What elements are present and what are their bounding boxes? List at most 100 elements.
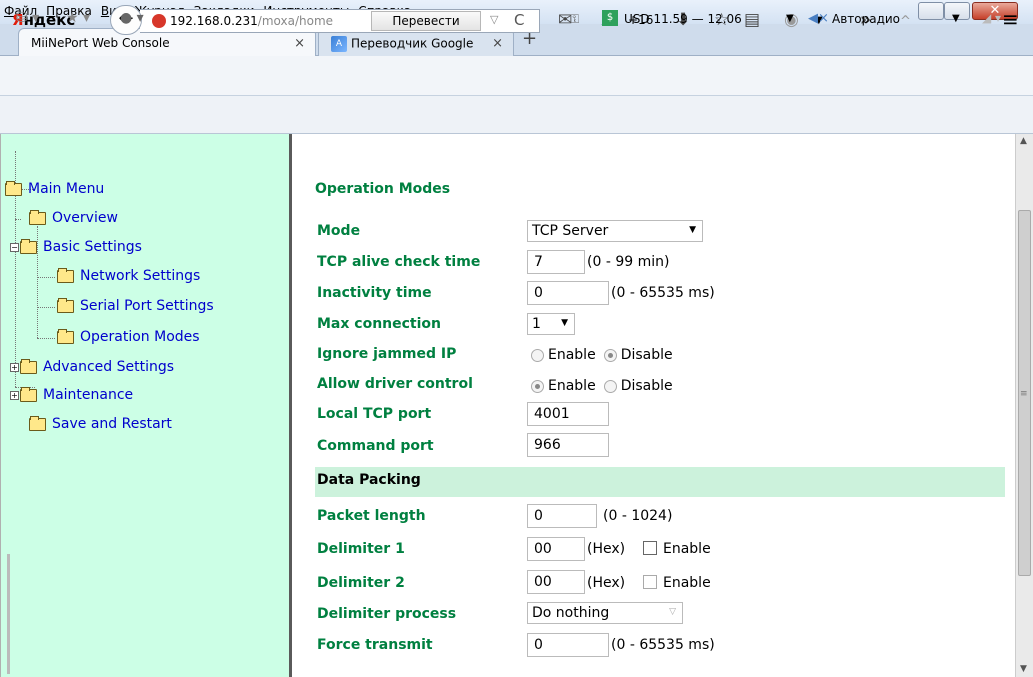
inactivity-hint: (0 - 65535 ms) — [611, 285, 715, 301]
force-transmit-input[interactable]: 0 — [527, 633, 609, 657]
allow-driver-radios: Enable Disable — [531, 378, 673, 394]
delimiter-2-input[interactable]: 00 — [527, 570, 585, 594]
close-tab-icon[interactable]: × — [492, 36, 503, 51]
driver-enable-radio[interactable] — [531, 379, 544, 393]
translate-favicon-icon: A — [331, 36, 347, 52]
reading-list-icon[interactable]: ▤ — [744, 10, 760, 30]
radio-station[interactable]: Авторадио — [832, 12, 900, 26]
packet-length-input[interactable]: 0 — [527, 504, 597, 528]
tab-label: Переводчик Google — [351, 36, 474, 51]
max-connection-label: Max connection — [317, 316, 442, 332]
tab-label: MiiNePort Web Console — [31, 36, 170, 50]
delimiter-2-label: Delimiter 2 — [317, 575, 405, 591]
packet-length-hint: (0 - 1024) — [603, 508, 673, 524]
delimiter-1-enable-label: Enable — [663, 541, 711, 557]
max-connection-select[interactable]: 1 ▼ — [527, 313, 575, 335]
scroll-up-arrow-icon[interactable]: ▲ — [1020, 136, 1027, 146]
minimize-button[interactable] — [918, 2, 944, 20]
tree-line — [37, 277, 55, 278]
folder-icon — [29, 209, 46, 225]
tree-network-settings[interactable]: Network Settings — [57, 267, 200, 284]
page-content: Main Menu Overview − Basic Settings Netwo… — [0, 134, 1033, 677]
vertical-scrollbar[interactable]: ▲ ≡ ▼ — [1015, 134, 1033, 677]
bookmarks-toolbar — [0, 96, 1033, 134]
tcp-alive-hint: (0 - 99 min) — [587, 254, 670, 270]
folder-icon — [57, 328, 74, 344]
jammed-disable-radio[interactable] — [603, 348, 617, 362]
chat-bubble-icon[interactable]: ● ▾ — [120, 10, 144, 26]
folder-icon — [29, 415, 46, 431]
expand-icon[interactable]: + — [10, 390, 19, 400]
delimiter-1-label: Delimiter 1 — [317, 541, 405, 557]
allow-driver-label: Allow driver control — [317, 376, 473, 392]
tree-maintenance[interactable]: + Maintenance — [10, 386, 133, 403]
ignore-jammed-radios: Enable Disable — [531, 347, 673, 363]
page-title: Operation Modes — [315, 181, 451, 197]
tree-overview[interactable]: Overview — [29, 209, 118, 226]
tree-line — [37, 338, 55, 339]
delimiter-process-select[interactable]: Do nothing ▽ — [527, 602, 683, 624]
mode-label: Mode — [317, 223, 361, 239]
currency-dropdown-icon[interactable]: ▼ — [786, 13, 794, 24]
tree-operation-modes[interactable]: Operation Modes — [57, 328, 200, 345]
local-tcp-port-label: Local TCP port — [317, 406, 432, 422]
delimiter-2-hex: (Hex) — [587, 575, 626, 591]
collapse-icon[interactable]: − — [10, 242, 19, 252]
site-security-icon[interactable] — [152, 14, 166, 28]
ignore-jammed-label: Ignore jammed IP — [317, 346, 457, 362]
force-transmit-hint: (0 - 65535 ms) — [611, 637, 715, 653]
folder-icon — [20, 358, 37, 374]
tree-serial-port-settings[interactable]: Serial Port Settings — [57, 297, 214, 314]
jammed-enable-radio[interactable] — [531, 348, 544, 362]
scroll-down-arrow-icon[interactable]: ▼ — [1020, 664, 1027, 674]
chevron-down-icon: ▼ — [689, 225, 696, 235]
packet-length-label: Packet length — [317, 508, 426, 524]
tree-line — [37, 307, 55, 308]
signal-icon[interactable]: ◢ ▾ — [982, 11, 1001, 25]
key-icon[interactable]: ⚿ — [570, 12, 579, 27]
settings-pane: Operation Modes Mode TCP Server ▼ TCP ali… — [295, 134, 1015, 677]
radio-dropdown-icon[interactable]: ▼ — [952, 13, 960, 24]
command-port-input[interactable]: 966 — [527, 433, 609, 457]
delimiter-process-label: Delimiter process — [317, 606, 457, 622]
inactivity-input[interactable]: 0 — [527, 281, 609, 305]
currency-icon[interactable]: $ — [602, 10, 618, 26]
delimiter-1-hex: (Hex) — [587, 541, 626, 557]
tree-basic-settings[interactable]: − Basic Settings — [10, 238, 142, 255]
delimiter-1-input[interactable]: 00 — [527, 537, 585, 561]
left-pane-scroll-indicator — [7, 554, 10, 674]
translate-button[interactable]: Перевести — [371, 11, 481, 31]
tcp-alive-label: TCP alive check time — [317, 254, 481, 270]
tcp-alive-input[interactable]: 7 — [527, 250, 585, 274]
mode-select[interactable]: TCP Server ▼ — [527, 220, 703, 242]
delimiter-1-enable-checkbox[interactable] — [643, 541, 657, 555]
chevron-down-icon: ▼ — [561, 318, 568, 328]
reload-icon[interactable]: C — [514, 11, 524, 29]
menu-tree-pane: Main Menu Overview − Basic Settings Netwo… — [0, 134, 292, 677]
url-text[interactable]: 192.168.0.231/moxa/home — [170, 14, 333, 28]
tree-advanced-settings[interactable]: + Advanced Settings — [10, 358, 174, 375]
scrollbar-grip-icon: ≡ — [1020, 389, 1028, 399]
delimiter-2-enable-label: Enable — [663, 575, 711, 591]
scroll-up-icon[interactable]: ^ — [900, 14, 911, 29]
force-transmit-label: Force transmit — [317, 637, 433, 653]
tree-line — [15, 219, 21, 220]
delimiter-2-enable-checkbox[interactable] — [643, 575, 657, 589]
addon-button-1-icon[interactable]: ⛁ ▾ — [16, 10, 39, 26]
speaker-muted-icon[interactable]: ◀× — [808, 11, 829, 26]
folder-icon — [57, 297, 74, 313]
currency-rate[interactable]: USD 11.59 — 12.06 — [624, 12, 742, 26]
expand-icon[interactable]: + — [10, 362, 19, 372]
inactivity-label: Inactivity time — [317, 285, 432, 301]
tree-save-and-restart[interactable]: Save and Restart — [29, 415, 172, 432]
tree-main-menu[interactable]: Main Menu — [5, 180, 104, 197]
addon-button-2-icon[interactable]: ★ ▾ — [66, 10, 90, 26]
driver-disable-radio[interactable] — [603, 379, 617, 393]
folder-open-icon — [5, 180, 22, 196]
data-packing-header: Data Packing — [315, 467, 1005, 497]
url-history-dropdown-icon[interactable]: ▽ — [490, 13, 498, 26]
close-tab-icon[interactable]: × — [294, 36, 305, 51]
folder-open-icon — [20, 238, 37, 254]
hamburger-menu-icon[interactable]: ≡ — [1002, 7, 1019, 31]
local-tcp-port-input[interactable]: 4001 — [527, 402, 609, 426]
